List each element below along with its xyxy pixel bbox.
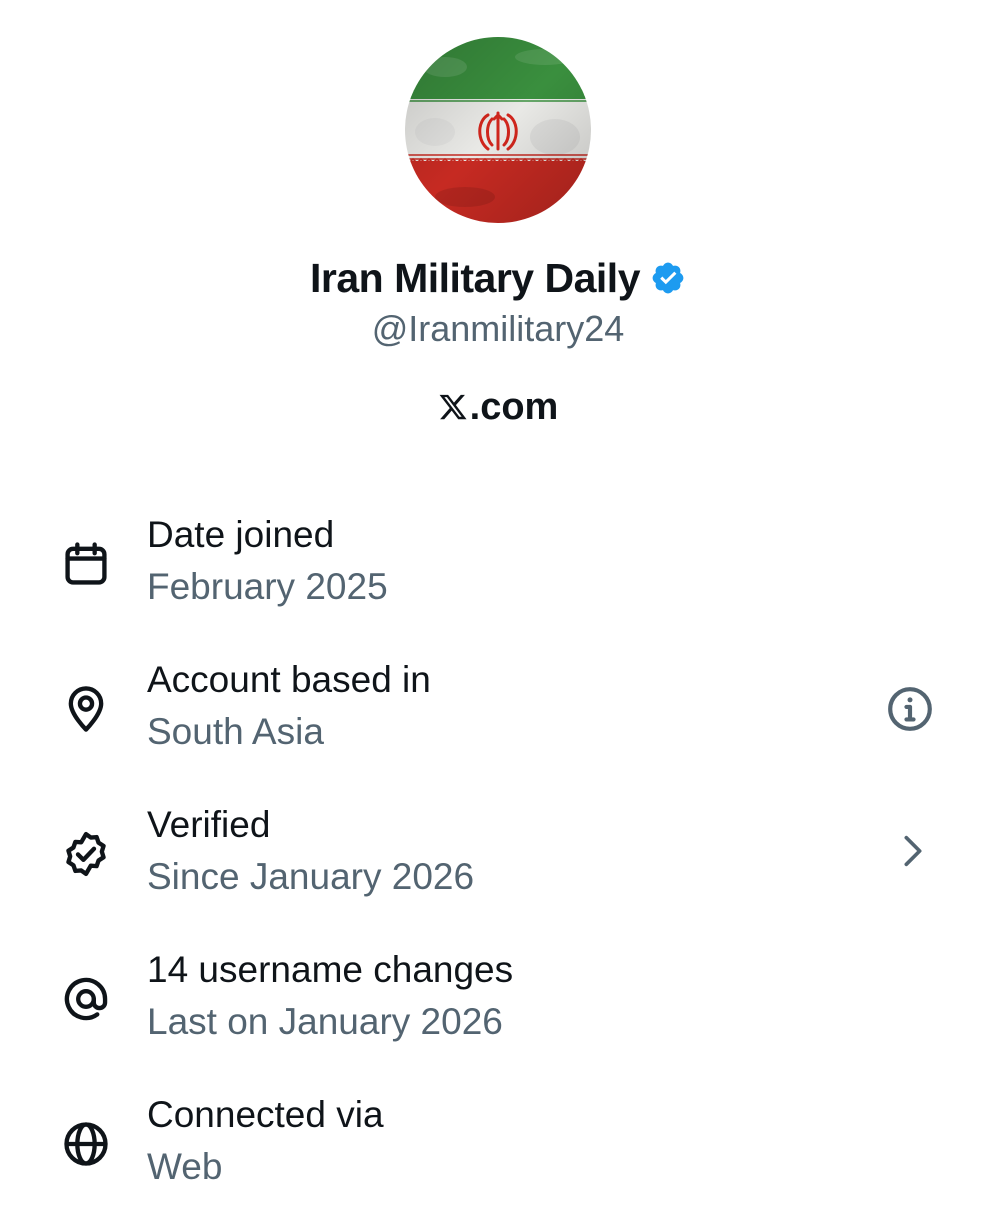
- row-value: South Asia: [147, 711, 324, 752]
- globe-icon: [64, 1122, 108, 1166]
- x-logo-icon: [439, 394, 467, 420]
- profile-avatar[interactable]: [405, 37, 591, 223]
- list-item-account-based-in: Account based in South Asia: [0, 645, 996, 790]
- display-name-row: Iran Military Daily: [0, 250, 996, 306]
- list-item-username-changes: 14 username changes Last on January 2026: [0, 935, 996, 1080]
- info-icon[interactable]: [885, 684, 935, 734]
- display-name: Iran Military Daily: [309, 254, 641, 301]
- site-domain: .com: [469, 385, 559, 428]
- row-value: Since January 2026: [147, 856, 475, 897]
- profile-handle: @Iranmilitary24: [371, 308, 625, 349]
- list-item-connected-via: Connected via Web: [0, 1080, 996, 1225]
- about-account-list: Date joined February 2025 Account based …: [0, 500, 996, 1225]
- verified-check-icon[interactable]: [650, 260, 686, 296]
- row-title: Account based in: [147, 659, 431, 700]
- calendar-icon: [65, 542, 107, 585]
- profile-header: Iran Military Daily @Iranmilitary24 .com: [0, 0, 996, 450]
- row-value: Web: [147, 1146, 223, 1187]
- chevron-right-icon[interactable]: [893, 828, 933, 874]
- row-title: 14 username changes: [147, 949, 514, 990]
- at-sign-icon: [64, 977, 108, 1021]
- list-item-verified[interactable]: Verified Since January 2026: [0, 790, 996, 935]
- row-value: Last on January 2026: [147, 1001, 503, 1042]
- row-value: February 2025: [147, 566, 388, 607]
- row-title: Connected via: [147, 1094, 384, 1135]
- iran-flag-avatar-icon: [405, 37, 591, 223]
- site-link[interactable]: .com: [0, 380, 996, 434]
- location-pin-icon: [68, 686, 104, 732]
- row-title: Verified: [147, 804, 271, 845]
- list-item-date-joined: Date joined February 2025: [0, 500, 996, 645]
- row-title: Date joined: [147, 514, 335, 555]
- verified-badge-outline-icon: [66, 831, 106, 877]
